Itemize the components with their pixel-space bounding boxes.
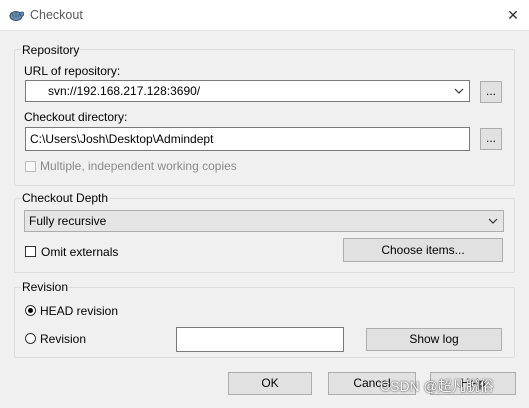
multiple-working-copies-checkbox[interactable]	[25, 161, 36, 172]
checkout-depth-legend: Checkout Depth	[21, 191, 110, 205]
omit-externals-label: Omit externals	[41, 245, 119, 259]
head-revision-label: HEAD revision	[40, 304, 119, 318]
choose-items-button[interactable]: Choose items...	[343, 238, 503, 262]
show-log-button[interactable]: Show log	[366, 328, 502, 351]
window-title: Checkout	[30, 8, 83, 22]
depth-select[interactable]: Fully recursive	[24, 210, 504, 232]
tortoise-svn-icon	[9, 11, 24, 21]
checkout-directory-input[interactable]: C:\Users\Josh\Desktop\Admindept	[25, 127, 470, 151]
revision-label: Revision	[40, 332, 87, 346]
multiple-working-copies-label: Multiple, independent working copies	[40, 159, 237, 173]
url-browse-button[interactable]: ...	[480, 81, 502, 103]
head-revision-radio[interactable]	[25, 305, 36, 316]
ok-button[interactable]: OK	[228, 372, 312, 395]
csdn-watermark: CSDN @超凡脱俗	[380, 378, 494, 394]
checkout-directory-label: Checkout directory:	[24, 110, 128, 124]
repository-legend: Repository	[21, 43, 81, 57]
revision-input[interactable]	[176, 327, 344, 352]
url-label: URL of repository:	[24, 64, 121, 78]
chevron-down-icon[interactable]	[454, 88, 464, 94]
url-combobox[interactable]: svn://192.168.217.128:3690/	[25, 80, 470, 102]
close-icon[interactable]: ✕	[499, 2, 527, 28]
depth-selected-value: Fully recursive	[29, 214, 107, 228]
checkout-directory-value: C:\Users\Josh\Desktop\Admindept	[30, 132, 214, 146]
revision-radio[interactable]	[25, 333, 36, 344]
directory-browse-button[interactable]: ...	[480, 128, 502, 150]
revision-legend: Revision	[21, 280, 70, 294]
chevron-down-icon[interactable]	[488, 218, 498, 224]
omit-externals-checkbox[interactable]	[25, 246, 36, 257]
url-value: svn://192.168.217.128:3690/	[48, 84, 201, 98]
title-bar: Checkout ✕	[0, 0, 529, 31]
